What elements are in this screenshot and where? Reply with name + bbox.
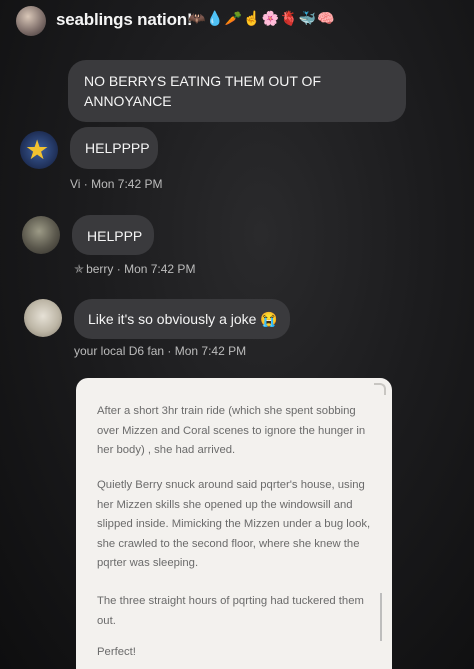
message-text: HELPPPP	[85, 140, 150, 156]
story-paragraph: After a short 3hr train ride (which she …	[97, 405, 366, 456]
message-meta: Vi · Mon 7:42 PM	[70, 177, 163, 191]
story-paragraph: Quietly Berry snuck around said pqrter's…	[97, 479, 371, 569]
group-title-emojis: 🦇💧🥕☝🌸🫀🐳🧠	[188, 10, 336, 26]
expand-corner-icon[interactable]	[374, 383, 386, 395]
message-text: NO BERRYS EATING THEM OUT OF ANNOYANCE	[84, 73, 321, 109]
group-avatar[interactable]	[16, 6, 46, 36]
avatar[interactable]: ★	[20, 131, 58, 169]
avatar[interactable]	[22, 216, 60, 254]
message-text: HELPPP	[87, 228, 143, 244]
chat-header: seablings nation! 🦇💧🥕☝🌸🫀🐳🧠	[0, 0, 474, 40]
message-text: Like it's so obviously a joke 😭	[88, 311, 278, 327]
story-paragraph: Perfect!	[97, 646, 136, 658]
message-bubble[interactable]: HELPPPP	[70, 127, 158, 169]
scrollbar[interactable]	[380, 593, 382, 641]
story-paragraph: The three straight hours of pqrting had …	[97, 595, 364, 627]
message-meta: ✯ berry · Mon 7:42 PM	[74, 262, 195, 276]
message-meta: your local D6 fan · Mon 7:42 PM	[74, 344, 247, 358]
avatar[interactable]	[24, 299, 62, 337]
group-title[interactable]: seablings nation!	[56, 10, 193, 30]
story-attachment-card[interactable]: After a short 3hr train ride (which she …	[76, 378, 392, 669]
message-bubble[interactable]: Like it's so obviously a joke 😭	[74, 299, 290, 339]
message-bubble[interactable]: HELPPP	[72, 215, 154, 255]
message-bubble[interactable]: NO BERRYS EATING THEM OUT OF ANNOYANCE	[68, 60, 406, 122]
star-outline-icon: ✯	[74, 262, 85, 276]
star-icon: ★	[25, 135, 50, 165]
meta-text: berry · Mon 7:42 PM	[86, 262, 196, 276]
